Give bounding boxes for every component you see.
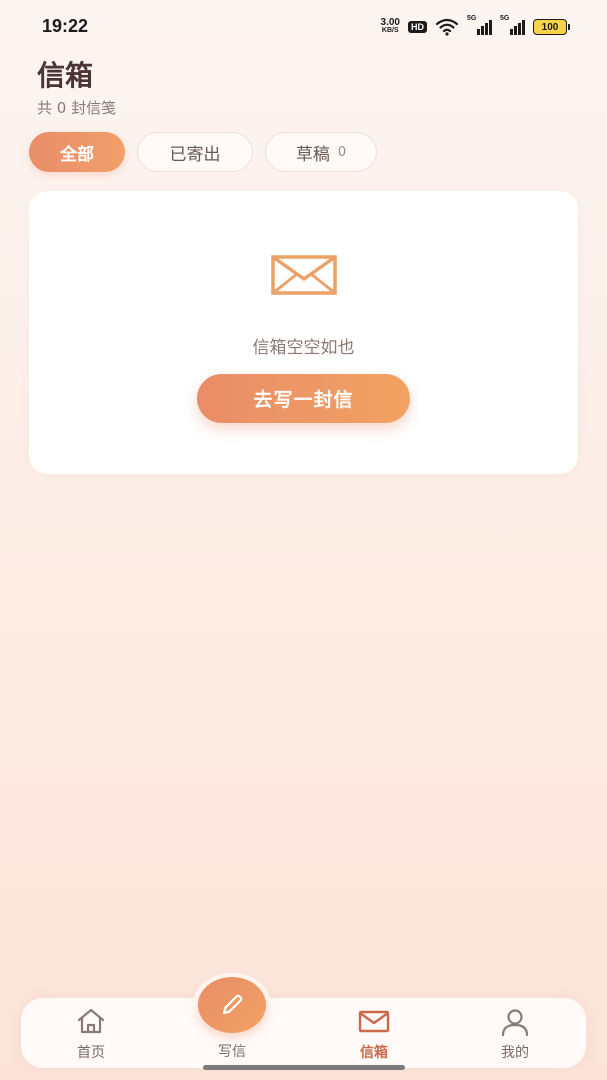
user-icon	[501, 1009, 529, 1036]
empty-message: 信箱空空如也	[252, 338, 355, 358]
home-indicator[interactable]	[203, 1065, 405, 1070]
network-speed-value: 3.00	[380, 17, 400, 28]
signal-1-icon: 5G	[467, 15, 492, 35]
letter-count: 共 0 封信笺	[37, 99, 117, 117]
nav-item-profile[interactable]: 我的	[465, 998, 565, 1068]
empty-state-card: 信箱空空如也 去写一封信	[29, 191, 578, 474]
write-letter-button-label: 去写一封信	[253, 389, 354, 411]
write-fab-inner	[198, 977, 266, 1033]
tab-all[interactable]: 全部	[29, 132, 125, 172]
nav-label-mailbox: 信箱	[360, 1045, 388, 1061]
tab-all-label: 全部	[60, 144, 94, 165]
tab-sent-label: 已寄出	[169, 144, 221, 165]
nav-label-profile: 我的	[501, 1045, 529, 1061]
tab-drafts-label: 草稿	[295, 144, 330, 165]
bottom-nav: 首页 信箱 我的	[21, 998, 586, 1068]
signal-1-label: 5G	[467, 15, 477, 22]
tab-drafts-count: 0	[337, 144, 347, 160]
envelope-icon	[271, 255, 337, 295]
status-time: 19:22	[42, 16, 89, 36]
write-fab[interactable]	[193, 973, 271, 1037]
hd-badge: HD	[408, 21, 427, 33]
page-title: 信箱	[37, 59, 94, 92]
nav-label-write: 写信	[218, 1044, 246, 1060]
status-bar: 19:22 3.00 KB/S HD 5G 5G 100	[0, 0, 607, 54]
filter-tabs: 全部 已寄出 草稿 0	[29, 132, 377, 172]
signal-2-icon: 5G	[500, 15, 525, 35]
tab-drafts[interactable]: 草稿 0	[265, 132, 377, 172]
tab-sent[interactable]: 已寄出	[137, 132, 253, 172]
network-speed: 3.00 KB/S	[380, 17, 400, 35]
envelope-icon	[358, 1010, 390, 1033]
signal-2-label: 5G	[500, 15, 510, 22]
nav-label-home: 首页	[77, 1045, 105, 1061]
write-letter-button[interactable]: 去写一封信	[197, 374, 410, 423]
nav-item-home[interactable]: 首页	[41, 998, 141, 1068]
network-speed-unit: KB/S	[381, 27, 399, 34]
nav-item-mailbox[interactable]: 信箱	[324, 998, 424, 1068]
home-icon	[77, 1008, 105, 1034]
pencil-icon	[222, 994, 243, 1015]
battery-icon: 100	[533, 19, 570, 35]
status-icons: 3.00 KB/S HD 5G 5G 100	[380, 15, 570, 38]
wifi-icon	[435, 18, 459, 36]
battery-level: 100	[541, 21, 559, 33]
